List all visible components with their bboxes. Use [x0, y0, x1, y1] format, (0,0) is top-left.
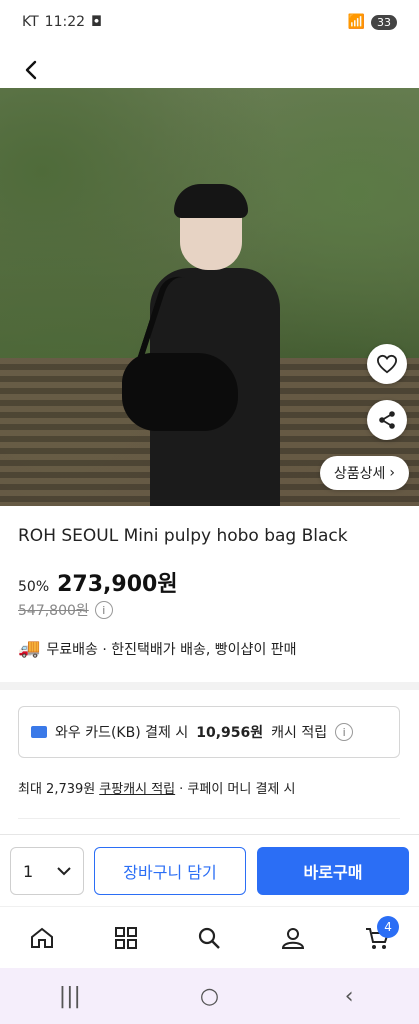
buy-now-button[interactable]: 바로구매	[257, 847, 409, 895]
tab-categories[interactable]	[106, 918, 146, 958]
back-button[interactable]	[14, 52, 50, 88]
status-bar: KT 11:22 ◘ 📶 33	[0, 0, 419, 44]
info-icon[interactable]: i	[335, 723, 354, 741]
home-icon	[30, 927, 53, 948]
model-hair	[174, 184, 248, 218]
chevron-right-icon: ›	[389, 465, 395, 481]
share-button[interactable]	[367, 400, 407, 440]
tab-home[interactable]	[22, 918, 62, 958]
home-circle-icon[interactable]: ○	[189, 984, 229, 1009]
credit-card-icon	[31, 726, 47, 738]
product-title: ROH SEOUL Mini pulpy hobo bag Black	[18, 526, 348, 546]
original-price-row: 547,800원 i	[18, 600, 113, 620]
info-icon[interactable]: i	[94, 601, 113, 619]
wishlist-button[interactable]	[367, 344, 407, 384]
tab-search[interactable]	[189, 918, 229, 958]
product-detail-label: 상품상세	[333, 466, 386, 482]
quantity-value: 1	[23, 861, 34, 881]
carrier-label: KT	[22, 14, 39, 30]
top-bar	[0, 44, 419, 88]
bottom-tabbar: 4	[0, 906, 419, 969]
tab-cart[interactable]: 4	[357, 916, 400, 958]
user-icon	[282, 928, 305, 949]
recent-apps-icon[interactable]: |||	[50, 984, 90, 1009]
cash-benefit: 최대 2,739원 쿠팡캐시 적립 · 쿠페이 머니 결제 시	[18, 778, 295, 797]
cash-benefit-prefix: 최대 2,739원	[18, 782, 96, 797]
heart-icon	[376, 354, 398, 374]
cart-count-badge: 4	[377, 916, 400, 938]
section-divider	[0, 682, 419, 690]
product-detail-button[interactable]: 상품상세 ›	[319, 456, 409, 490]
cash-benefit-suffix: · 쿠페이 머니 결제 시	[179, 782, 296, 797]
purchase-actions: 1 장바구니 담기 바로구매	[0, 834, 419, 907]
notification-icon: ◘	[91, 14, 103, 30]
card-benefit-amount: 10,956원	[196, 725, 264, 741]
discount-rate: 50%	[18, 579, 50, 595]
coupang-cash-link[interactable]: 쿠팡캐시 적립	[99, 778, 175, 797]
battery-indicator: 33	[371, 14, 397, 30]
card-benefit-prefix: 와우 카드(KB) 결제 시	[55, 725, 189, 741]
time-label: 11:22	[44, 14, 86, 30]
hobo-bag	[122, 353, 238, 431]
quantity-select[interactable]: 1	[10, 847, 84, 895]
add-to-cart-button[interactable]: 장바구니 담기	[94, 847, 246, 895]
grid-icon	[114, 927, 137, 949]
shipping-info: 🚚 무료배송 · 한진택배가 배송, 빵이샵이 판매	[18, 638, 297, 659]
shipping-text: 무료배송 · 한진택배가 배송, 빵이샵이 판매	[46, 641, 297, 658]
truck-icon: 🚚	[18, 638, 41, 659]
share-icon	[379, 411, 395, 429]
product-image: 상품상세 ›	[0, 88, 419, 506]
card-benefit-box[interactable]: 와우 카드(KB) 결제 시 10,956원 캐시 적립 i	[18, 706, 400, 758]
card-benefit-suffix: 캐시 적립	[271, 725, 328, 741]
system-navbar: ||| ○ ‹	[0, 968, 419, 1024]
chevron-down-icon	[57, 867, 71, 876]
back-chevron-icon[interactable]: ‹	[329, 984, 369, 1009]
original-price: 547,800원	[18, 603, 89, 619]
tab-my-account[interactable]	[273, 918, 313, 958]
wifi-icon: 📶	[347, 14, 365, 30]
search-icon	[199, 927, 221, 949]
price-row: 50% 273,900원	[18, 566, 178, 598]
chevron-left-icon	[25, 60, 37, 80]
divider	[18, 818, 400, 819]
sale-price: 273,900원	[57, 572, 178, 597]
